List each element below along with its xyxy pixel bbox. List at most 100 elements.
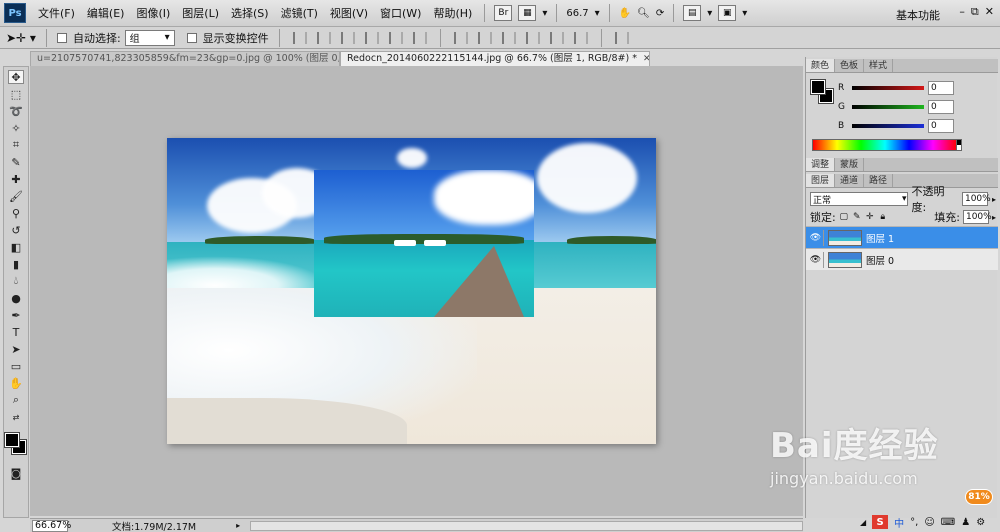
- menu-select[interactable]: 选择(S): [225, 5, 275, 21]
- crop-tool-icon[interactable]: ⌗: [8, 138, 24, 152]
- workspace-switcher[interactable]: 基本功能: [896, 7, 940, 23]
- emoji-icon[interactable]: ☺: [924, 517, 934, 528]
- screen-mode-dropdown-icon[interactable]: ▾: [739, 8, 750, 19]
- blur-tool-icon[interactable]: 💧︎: [8, 274, 24, 288]
- tab-document-2[interactable]: Redocn_2014060222115144.jpg @ 66.7% (图层 …: [340, 51, 650, 66]
- eyedropper-tool-icon[interactable]: ✎: [8, 155, 24, 169]
- type-tool-icon[interactable]: T: [8, 325, 24, 339]
- align-hcenter-icon[interactable]: [388, 31, 403, 44]
- slider-b[interactable]: B 0: [838, 117, 996, 135]
- pen-tool-icon[interactable]: ✒: [8, 308, 24, 322]
- lock-all-icon[interactable]: 🔒︎: [878, 212, 888, 222]
- swap-colors-icon[interactable]: ⇄: [8, 410, 24, 424]
- layer-row[interactable]: 👁︎ 图层 0: [806, 248, 998, 270]
- distribute-top-icon[interactable]: [453, 31, 468, 44]
- align-bottom-icon[interactable]: [340, 31, 355, 44]
- foreground-color-swatch[interactable]: [810, 79, 826, 95]
- align-vcenter-icon[interactable]: [316, 31, 331, 44]
- fill-input[interactable]: 100%: [962, 210, 992, 224]
- view-extras-icon[interactable]: ▦: [518, 5, 537, 21]
- zoom-level[interactable]: 66.7: [563, 8, 591, 19]
- hand-tool-icon[interactable]: ✋: [8, 376, 24, 390]
- zoom-tool-icon[interactable]: ⌕: [8, 393, 24, 407]
- quick-mask-icon[interactable]: ◙: [8, 466, 24, 480]
- menu-filter[interactable]: 滤镜(T): [275, 5, 324, 21]
- tab-channels[interactable]: 通道: [835, 174, 865, 187]
- slider-r[interactable]: R 0: [838, 79, 996, 97]
- lock-pixels-icon[interactable]: ✎: [852, 212, 862, 222]
- ime-language[interactable]: 中: [894, 515, 904, 530]
- color-spectrum[interactable]: [812, 139, 958, 151]
- dodge-tool-icon[interactable]: ●: [8, 291, 24, 305]
- progress-badge[interactable]: 81%: [965, 489, 993, 505]
- tab-styles[interactable]: 样式: [864, 59, 894, 72]
- arrange-documents-icon[interactable]: ▤: [683, 5, 702, 21]
- auto-align-layers-icon[interactable]: [614, 31, 629, 44]
- slider-value-input[interactable]: 0: [928, 119, 954, 133]
- distribute-left-icon[interactable]: [525, 31, 540, 44]
- menu-window[interactable]: 窗口(W): [374, 5, 427, 21]
- tab-masks[interactable]: 蒙版: [835, 158, 865, 171]
- eye-icon[interactable]: 👁︎: [808, 229, 824, 246]
- slider-g[interactable]: G 0: [838, 98, 996, 116]
- settings-icon[interactable]: ⚙: [976, 517, 985, 528]
- zoom-tool-icon[interactable]: 🔍︎: [634, 8, 653, 19]
- keyboard-icon[interactable]: ⌨: [941, 517, 955, 528]
- bridge-icon[interactable]: Br: [494, 5, 513, 21]
- status-zoom-input[interactable]: 66.67%: [32, 519, 71, 532]
- slider-value-input[interactable]: 0: [928, 100, 954, 114]
- history-brush-tool-icon[interactable]: ↺: [8, 223, 24, 237]
- align-top-icon[interactable]: [292, 31, 307, 44]
- magic-wand-tool-icon[interactable]: ✧: [8, 121, 24, 135]
- tab-adjustments[interactable]: 调整: [806, 158, 836, 171]
- arrange-dropdown-icon[interactable]: ▾: [704, 8, 715, 19]
- lasso-tool-icon[interactable]: ➰: [8, 104, 24, 118]
- eraser-tool-icon[interactable]: ◧: [8, 240, 24, 254]
- status-menu-arrow-icon[interactable]: ▸: [236, 521, 240, 530]
- minimize-icon[interactable]: –: [959, 5, 965, 19]
- distribute-bottom-icon[interactable]: [501, 31, 516, 44]
- slider-track[interactable]: [852, 86, 924, 90]
- slider-value-input[interactable]: 0: [928, 81, 954, 95]
- auto-select-dropdown[interactable]: 组 ▾: [124, 29, 175, 46]
- user-icon[interactable]: ♟: [961, 517, 970, 528]
- tab-paths[interactable]: 路径: [864, 174, 894, 187]
- show-transform-checkbox[interactable]: [186, 32, 197, 43]
- distribute-hcenter-icon[interactable]: [549, 31, 564, 44]
- shape-tool-icon[interactable]: ▭: [8, 359, 24, 373]
- path-selection-tool-icon[interactable]: ➤: [8, 342, 24, 356]
- brush-tool-icon[interactable]: 🖌︎: [8, 189, 24, 203]
- menu-edit[interactable]: 编辑(E): [81, 5, 131, 21]
- move-tool-icon[interactable]: ✥: [8, 70, 24, 84]
- tab-document-1[interactable]: u=2107570741,823305859&fm=23&gp=0.jpg @ …: [30, 51, 340, 66]
- sogou-ime-icon[interactable]: S: [872, 515, 889, 529]
- opacity-input[interactable]: 100%: [961, 192, 991, 206]
- slider-track[interactable]: [852, 105, 924, 109]
- punctuation-icon[interactable]: °,: [910, 517, 918, 528]
- auto-select-checkbox[interactable]: [56, 32, 67, 43]
- black-white-picker[interactable]: [956, 139, 962, 151]
- fill-arrow-icon[interactable]: ▸: [992, 213, 996, 222]
- menu-image[interactable]: 图像(I): [130, 5, 176, 21]
- restore-icon[interactable]: ⧉: [971, 5, 979, 19]
- clone-stamp-tool-icon[interactable]: ⚲: [8, 206, 24, 220]
- eye-icon[interactable]: 👁︎: [808, 251, 824, 268]
- menu-file[interactable]: 文件(F): [32, 5, 81, 21]
- move-tool-preset-icon[interactable]: ➤✛ ▾: [6, 31, 36, 45]
- tab-swatches[interactable]: 色板: [835, 59, 865, 72]
- tab-color[interactable]: 颜色: [806, 59, 836, 72]
- canvas-area[interactable]: [30, 66, 803, 516]
- layer-1-image[interactable]: [314, 170, 534, 317]
- layer-row[interactable]: 👁︎ 图层 1: [806, 226, 998, 248]
- foreground-color-swatch[interactable]: [4, 432, 20, 448]
- close-icon[interactable]: ✕: [985, 5, 994, 19]
- menu-help[interactable]: 帮助(H): [427, 5, 478, 21]
- lock-transparency-icon[interactable]: ▢: [839, 212, 849, 222]
- blend-mode-dropdown[interactable]: 正常 ▾: [810, 192, 908, 206]
- dropdown-arrow-icon[interactable]: ▾: [539, 8, 550, 19]
- menu-view[interactable]: 视图(V): [324, 5, 374, 21]
- tab-layers[interactable]: 图层: [806, 174, 836, 187]
- menu-layer[interactable]: 图层(L): [176, 5, 225, 21]
- marquee-tool-icon[interactable]: ⬚: [8, 87, 24, 101]
- close-icon[interactable]: ✕: [643, 52, 649, 66]
